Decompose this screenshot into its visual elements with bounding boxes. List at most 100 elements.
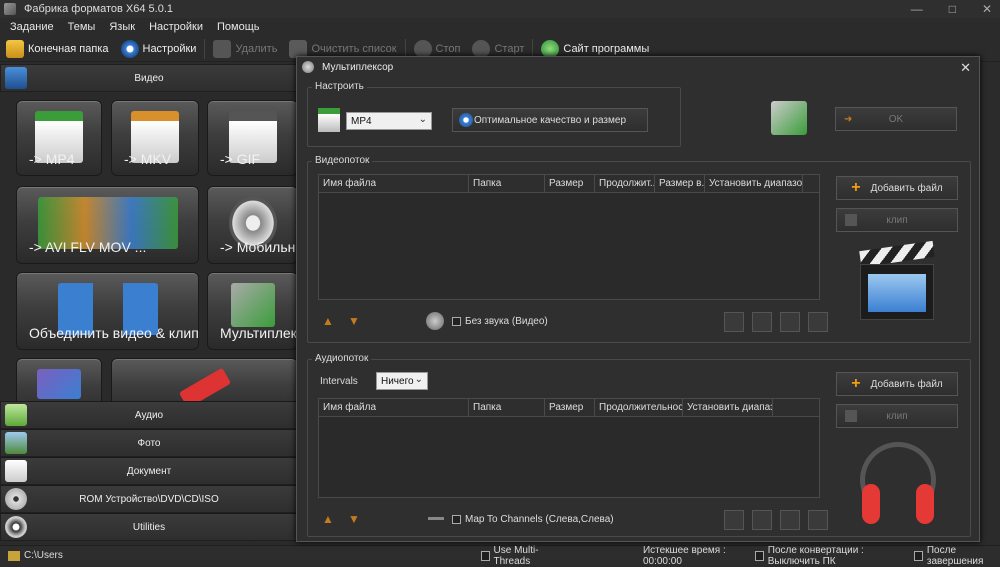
tile-edit[interactable]: [16, 358, 102, 402]
multithreads-option[interactable]: Use Multi-Threads: [480, 545, 561, 567]
preview-icon[interactable]: [808, 510, 828, 530]
gear-icon: [120, 39, 139, 58]
tile-mkv[interactable]: -> MKV: [111, 100, 199, 176]
category-utilities[interactable]: Utilities: [0, 513, 298, 541]
intervals-select-value: Ничего: [381, 375, 414, 387]
after-convert-option[interactable]: После конвертации : Выключить ПК: [755, 545, 906, 567]
category-rom[interactable]: ROM Устройство\DVD\CD\ISO: [0, 485, 298, 513]
video-tiles: -> MP4 -> MKV -> GIF -> AVI FLV MOV ... …: [0, 92, 298, 402]
video-table-header: Имя файла Папка Размер Продолжит... Разм…: [319, 175, 819, 193]
multithreads-checkbox[interactable]: [480, 550, 490, 561]
website-label: Сайт программы: [563, 42, 650, 55]
play-icon[interactable]: [780, 510, 800, 530]
output-path-text: C:\Users: [24, 550, 63, 561]
col-folder[interactable]: Папка: [469, 175, 545, 192]
col-filename[interactable]: Имя файла: [319, 399, 469, 416]
map-channels-checkbox[interactable]: [452, 515, 461, 524]
dialog-close-button[interactable]: ✕: [960, 60, 971, 76]
arrow-right-icon: ➜: [844, 113, 853, 125]
elapsed-time: Истекшее время : 00:00:00: [643, 545, 747, 567]
col-folder[interactable]: Папка: [469, 399, 545, 416]
col-duration[interactable]: Продолжит...: [595, 175, 655, 192]
video-table[interactable]: Имя файла Папка Размер Продолжит... Разм…: [318, 174, 820, 300]
gear-icon: [459, 113, 473, 127]
play-icon[interactable]: [780, 312, 800, 332]
output-folder-label: Конечная папка: [28, 42, 109, 55]
file-info-icon[interactable]: [752, 510, 772, 530]
elapsed-time-text: Истекшее время : 00:00:00: [642, 544, 726, 567]
video-stream-label: Видеопоток: [312, 155, 373, 166]
move-down-icon[interactable]: ▼: [348, 512, 360, 526]
col-filename[interactable]: Имя файла: [319, 175, 469, 192]
move-up-icon[interactable]: ▲: [322, 314, 334, 328]
col-output-size[interactable]: Размер в...: [655, 175, 705, 192]
multiplexer-icon: [771, 101, 807, 135]
after-complete-checkbox[interactable]: [914, 550, 923, 561]
remove-file-icon[interactable]: [724, 312, 744, 332]
tile-gif-label: -> GIF: [220, 151, 261, 167]
audio-add-file-button[interactable]: + Добавить файл: [836, 372, 958, 396]
category-document[interactable]: Документ: [0, 457, 298, 485]
audio-clip-button[interactable]: клип: [836, 404, 958, 428]
map-channels-option[interactable]: Map To Channels (Слева,Слева): [452, 514, 614, 525]
start-label: Старт: [494, 42, 525, 55]
intervals-select[interactable]: Ничего ⌄: [376, 372, 428, 390]
video-action-icons: [724, 312, 828, 332]
tile-mobile[interactable]: -> Мобильны: [207, 186, 298, 264]
chevron-down-icon: ⌄: [414, 374, 423, 385]
delete-button[interactable]: Удалить: [207, 37, 283, 61]
tile-avi-flv-mov[interactable]: -> AVI FLV MOV ...: [16, 186, 199, 264]
menu-task[interactable]: Задание: [10, 21, 54, 33]
after-complete-option[interactable]: После завершения: [914, 545, 1000, 567]
category-document-label: Документ: [126, 465, 172, 477]
ok-button[interactable]: ➜ OK: [835, 107, 957, 131]
category-video[interactable]: Видео: [0, 64, 298, 92]
tile-watermark[interactable]: [111, 358, 298, 402]
video-clip-button[interactable]: клип: [836, 208, 958, 232]
output-folder-button[interactable]: Конечная папка: [0, 37, 115, 61]
tile-multiplexer-label: Мультиплек: [220, 325, 297, 341]
video-stream-group: Видеопоток Имя файла Папка Размер Продол…: [307, 155, 971, 343]
col-set-range[interactable]: Установить диапазон: [683, 399, 773, 416]
quality-button[interactable]: Оптимальное качество и размер: [452, 108, 648, 132]
col-size[interactable]: Размер: [545, 399, 595, 416]
mute-icon: [426, 312, 444, 330]
menu-help[interactable]: Помощь: [217, 21, 260, 33]
category-audio[interactable]: Аудио: [0, 401, 298, 429]
format-select[interactable]: MP4 ⌄: [346, 112, 432, 130]
after-convert-checkbox[interactable]: [755, 550, 764, 561]
video-add-file-button[interactable]: + Добавить файл: [836, 176, 958, 200]
channel-icon: [428, 517, 444, 520]
app-icon: [4, 3, 16, 15]
remove-file-icon[interactable]: [724, 510, 744, 530]
col-size[interactable]: Размер: [545, 175, 595, 192]
col-duration[interactable]: Продолжительность: [595, 399, 683, 416]
start-icon: [472, 39, 491, 58]
tile-join-video[interactable]: Объединить видео & клип: [16, 272, 199, 350]
close-button[interactable]: ✕: [982, 0, 992, 18]
menu-settings[interactable]: Настройки: [149, 21, 203, 33]
settings-button[interactable]: Настройки: [115, 37, 203, 61]
clapperboard-icon: [856, 240, 938, 326]
move-down-icon[interactable]: ▼: [348, 314, 360, 328]
audio-table[interactable]: Имя файла Папка Размер Продолжительность…: [318, 398, 820, 498]
tile-multiplexer[interactable]: Мультиплек: [207, 272, 298, 350]
tile-gif[interactable]: -> GIF: [207, 100, 298, 176]
tile-mp4-label: -> MP4: [29, 151, 75, 167]
mute-checkbox[interactable]: [452, 317, 461, 326]
category-photo[interactable]: Фото: [0, 429, 298, 457]
minimize-button[interactable]: —: [911, 0, 923, 18]
menu-themes[interactable]: Темы: [68, 21, 96, 33]
tile-mkv-label: -> MKV: [124, 151, 172, 167]
menu-language[interactable]: Язык: [109, 21, 135, 33]
tile-mp4[interactable]: -> MP4: [16, 100, 102, 176]
clear-list-label: Очистить список: [311, 42, 397, 55]
move-up-icon[interactable]: ▲: [322, 512, 334, 526]
maximize-button[interactable]: □: [949, 0, 956, 18]
edit-video-icon: [37, 369, 81, 399]
mute-option[interactable]: Без звука (Видео): [452, 316, 548, 327]
preview-icon[interactable]: [808, 312, 828, 332]
intervals-label: Intervals: [320, 376, 358, 387]
col-set-range[interactable]: Установить диапазон: [705, 175, 803, 192]
file-info-icon[interactable]: [752, 312, 772, 332]
